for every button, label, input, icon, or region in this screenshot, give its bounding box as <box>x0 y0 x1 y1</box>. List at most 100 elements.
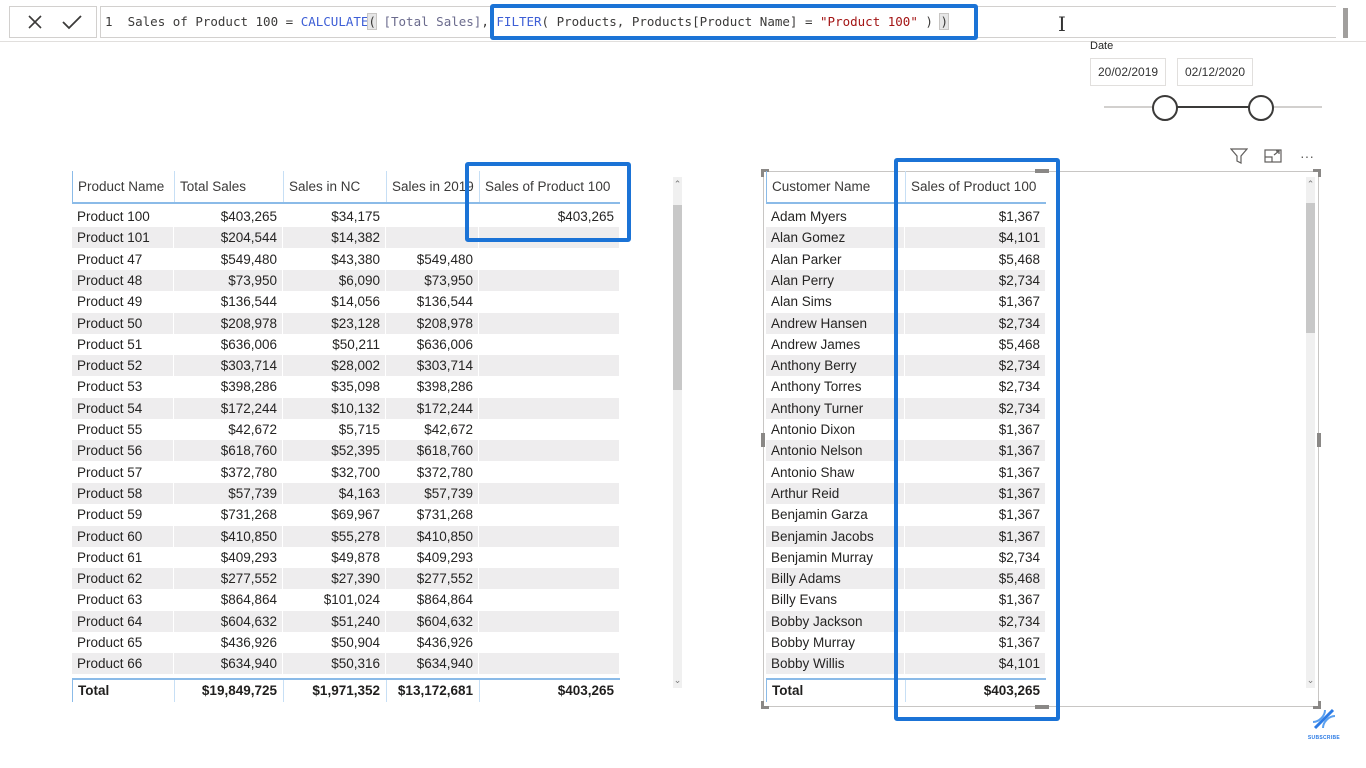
close-icon <box>27 15 42 29</box>
table-cell: $5,715 <box>283 419 386 440</box>
column-header[interactable]: Sales of Product 100 <box>905 171 1046 202</box>
column-header[interactable]: Customer Name <box>766 171 905 202</box>
more-options-button[interactable]: ··· <box>1296 146 1318 166</box>
table-row[interactable]: Alan Perry $2,734 <box>766 269 1046 291</box>
table-row[interactable]: Billy Evans $1,367 <box>766 589 1046 611</box>
table-row[interactable]: Bobby Jackson $2,734 <box>766 610 1046 632</box>
table-cell: $35,098 <box>283 376 386 398</box>
table-row[interactable]: Product 55 $42,672 $5,715 $42,672 <box>72 419 620 440</box>
table-cell: Bobby Jackson <box>766 610 905 632</box>
start-date-input[interactable]: 20/02/2019 <box>1090 58 1167 86</box>
table-row[interactable]: Anthony Torres $2,734 <box>766 376 1046 398</box>
checkmark-icon <box>61 15 82 30</box>
column-header[interactable]: Total Sales <box>174 171 283 202</box>
scroll-down-icon[interactable]: ⌄ <box>1305 675 1316 686</box>
resize-handle[interactable] <box>1313 169 1321 177</box>
product-table-scrollbar[interactable]: ⌃ ⌄ <box>673 177 682 688</box>
table-row[interactable]: Product 50 $208,978 $23,128 $208,978 <box>72 312 620 334</box>
total-row: Total $403,265 <box>766 677 1046 702</box>
table-row[interactable]: Product 47 $549,480 $43,380 $549,480 <box>72 248 620 270</box>
table-row[interactable]: Product 49 $136,544 $14,056 $136,544 <box>72 291 620 313</box>
table-cell: $636,006 <box>386 333 479 355</box>
column-header[interactable]: Product Name <box>72 171 174 202</box>
table-row[interactable]: Antonio Nelson $1,367 <box>766 440 1046 462</box>
table-row[interactable]: Bobby Murray $1,367 <box>766 632 1046 653</box>
table-row[interactable]: Product 60 $410,850 $55,278 $410,850 <box>72 525 620 547</box>
table-cell: Alan Sims <box>766 291 905 313</box>
table-row[interactable]: Andrew Hansen $2,734 <box>766 312 1046 334</box>
table-row[interactable]: Antonio Shaw $1,367 <box>766 461 1046 483</box>
table-row[interactable]: Product 66 $634,940 $50,316 $634,940 <box>72 653 620 675</box>
table-row[interactable]: Alan Gomez $4,101 <box>766 227 1046 249</box>
table-row[interactable]: Product 61 $409,293 $49,878 $409,293 <box>72 546 620 568</box>
table-cell: $634,940 <box>174 653 283 675</box>
table-cell: $204,544 <box>174 227 283 249</box>
table-row[interactable]: Product 54 $172,244 $10,132 $172,244 <box>72 397 620 419</box>
table-row[interactable]: Arthur Reid $1,367 <box>766 482 1046 504</box>
filter-button[interactable] <box>1228 146 1250 166</box>
table-row[interactable]: Benjamin Murray $2,734 <box>766 546 1046 568</box>
total-cell: $403,265 <box>905 679 1046 702</box>
table-row[interactable]: Adam Myers $1,367 <box>766 206 1046 227</box>
table-row[interactable]: Alan Sims $1,367 <box>766 291 1046 313</box>
commit-formula-button[interactable] <box>58 9 86 35</box>
more-options-icon: ··· <box>1300 148 1314 164</box>
scroll-thumb[interactable] <box>1306 203 1315 333</box>
table-row[interactable]: Product 48 $73,950 $6,090 $73,950 <box>72 269 620 291</box>
table-row[interactable]: Product 101 $204,544 $14,382 <box>72 227 620 249</box>
table-cell: $1,367 <box>905 419 1046 440</box>
table-row[interactable]: Product 62 $277,552 $27,390 $277,552 <box>72 568 620 590</box>
table-row[interactable]: Product 53 $398,286 $35,098 $398,286 <box>72 376 620 398</box>
table-row[interactable]: Bobby Willis $4,101 <box>766 653 1046 675</box>
table-row[interactable]: Product 51 $636,006 $50,211 $636,006 <box>72 333 620 355</box>
table-row[interactable]: Antonio Dixon $1,367 <box>766 419 1046 440</box>
table-row[interactable]: Benjamin Jacobs $1,367 <box>766 525 1046 547</box>
slicer-title: Date <box>1090 40 1114 52</box>
table-row[interactable]: Andrew James $5,468 <box>766 333 1046 355</box>
column-header[interactable]: Sales in 2019 <box>386 171 479 202</box>
table-row[interactable]: Benjamin Garza $1,367 <box>766 504 1046 526</box>
table-row[interactable]: Product 56 $618,760 $52,395 $618,760 <box>72 440 620 462</box>
table-row[interactable]: Product 65 $436,926 $50,904 $436,926 <box>72 632 620 653</box>
table-row[interactable]: Anthony Berry $2,734 <box>766 355 1046 377</box>
column-header[interactable]: Sales in NC <box>283 171 386 202</box>
end-date-input[interactable]: 02/12/2020 <box>1177 58 1254 86</box>
table-cell: Billy Evans <box>766 589 905 611</box>
subscribe-watermark[interactable]: SUBSCRIBE <box>1304 708 1344 741</box>
table-row[interactable]: Product 63 $864,864 $101,024 $864,864 <box>72 589 620 611</box>
resize-handle[interactable] <box>1317 433 1321 447</box>
column-header[interactable]: Sales of Product 100 <box>479 171 620 202</box>
table-row[interactable]: Product 100 $403,265 $34,175 $403,265 <box>72 206 620 227</box>
table-cell <box>479 525 620 547</box>
table-cell: Antonio Shaw <box>766 461 905 483</box>
table-cell: Bobby Willis <box>766 653 905 675</box>
cancel-formula-button[interactable] <box>21 9 49 35</box>
slider-start-handle[interactable] <box>1152 95 1178 121</box>
table-row[interactable]: Product 64 $604,632 $51,240 $604,632 <box>72 610 620 632</box>
slider-end-handle[interactable] <box>1248 95 1274 121</box>
table-row[interactable]: Billy Adams $5,468 <box>766 568 1046 590</box>
table-cell: $208,978 <box>386 312 479 334</box>
dax-formula-input[interactable]: 1 Sales of Product 100 = CALCULATE( [Tot… <box>100 6 1336 38</box>
table-cell: $2,734 <box>905 610 1046 632</box>
scroll-down-icon[interactable]: ⌄ <box>672 675 683 686</box>
calculate-function: CALCULATE <box>300 14 369 29</box>
focus-mode-button[interactable] <box>1262 146 1284 166</box>
table-row[interactable]: Product 52 $303,714 $28,002 $303,714 <box>72 355 620 377</box>
customer-table-scrollbar[interactable]: ⌃ ⌄ <box>1306 177 1315 688</box>
table-row[interactable]: Anthony Turner $2,734 <box>766 397 1046 419</box>
scroll-up-icon[interactable]: ⌃ <box>672 179 683 190</box>
table-row[interactable]: Product 57 $372,780 $32,700 $372,780 <box>72 461 620 483</box>
formula-scrollbar[interactable] <box>1343 8 1348 38</box>
scroll-up-icon[interactable]: ⌃ <box>1305 179 1316 190</box>
table-cell <box>479 440 620 462</box>
table-cell: Product 53 <box>72 376 174 398</box>
table-cell: Adam Myers <box>766 206 905 227</box>
table-cell: Product 56 <box>72 440 174 462</box>
table-row[interactable]: Product 58 $57,739 $4,163 $57,739 <box>72 482 620 504</box>
scroll-thumb[interactable] <box>673 205 682 390</box>
table-row[interactable]: Alan Parker $5,468 <box>766 248 1046 270</box>
resize-handle[interactable] <box>761 433 765 447</box>
table-row[interactable]: Product 59 $731,268 $69,967 $731,268 <box>72 504 620 526</box>
table-cell: $2,734 <box>905 376 1046 398</box>
